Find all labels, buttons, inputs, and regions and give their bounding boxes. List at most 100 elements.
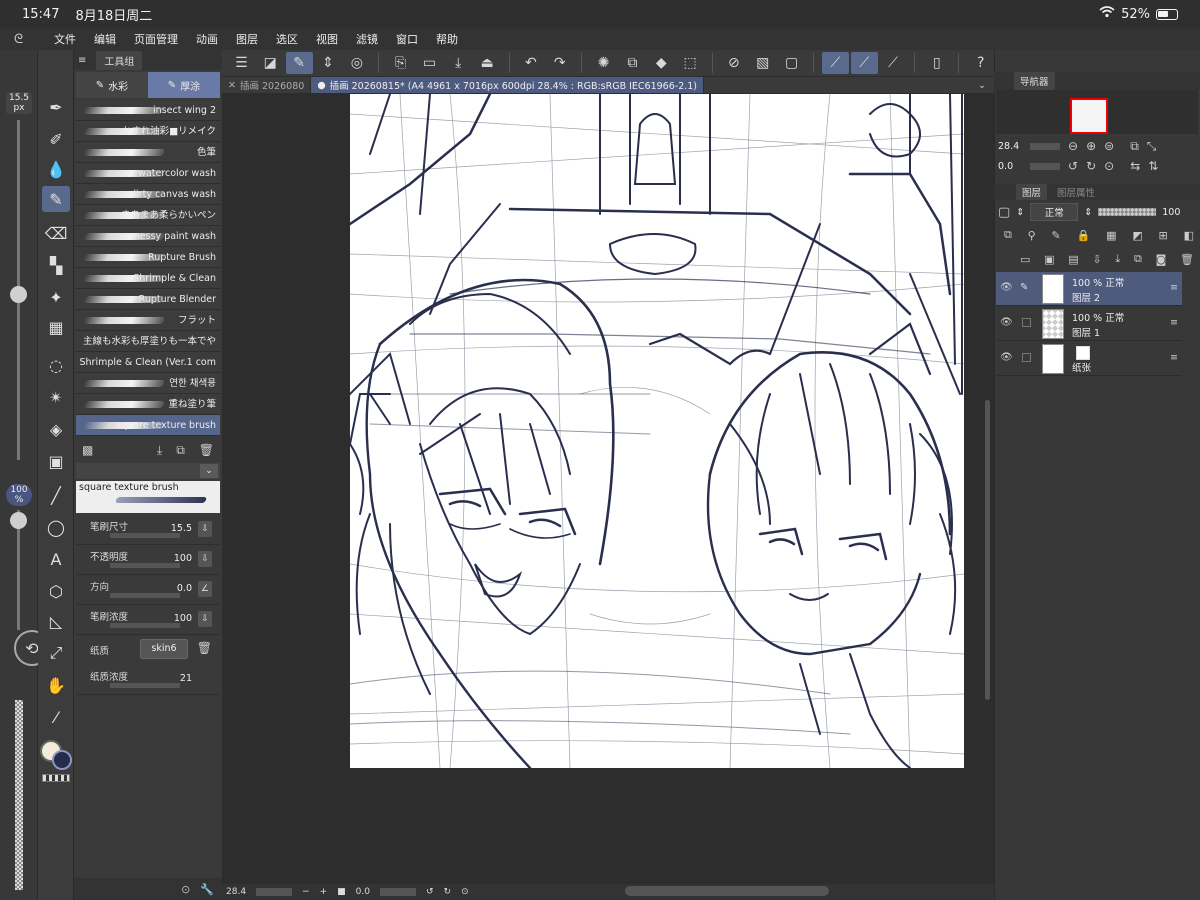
- text-tool-icon[interactable]: A: [42, 546, 70, 572]
- navigator-title[interactable]: 导航器: [1014, 72, 1055, 90]
- pencil-tool-icon[interactable]: ✐: [42, 126, 70, 152]
- palette-color-icon[interactable]: ◧: [1184, 229, 1194, 242]
- fill-spray-tool-icon[interactable]: ▚: [42, 252, 70, 278]
- balloon-tool-icon[interactable]: ◯: [42, 514, 70, 540]
- transform-icon[interactable]: ⬚: [677, 52, 704, 74]
- layer-checkbox[interactable]: [1022, 353, 1031, 362]
- prop-slider[interactable]: [110, 623, 180, 628]
- zoom-out-icon[interactable]: ⊖: [1068, 139, 1078, 153]
- merge-down-icon[interactable]: ⤓: [1115, 252, 1120, 266]
- decoration-tool-icon[interactable]: ✦: [42, 284, 70, 310]
- sub-tool-settings-icon[interactable]: ▩: [82, 443, 93, 457]
- brush-item[interactable]: dirty canvas wash: [76, 184, 220, 205]
- texture-selector[interactable]: skin6: [140, 639, 188, 659]
- layer-checkbox[interactable]: [1022, 318, 1031, 327]
- brush-size-knob[interactable]: [10, 286, 27, 303]
- ruler-enable-icon[interactable]: ⊞: [1159, 229, 1168, 242]
- new-file-icon[interactable]: ⎘: [387, 52, 414, 74]
- layer-row-selected[interactable]: 👁 ✎ 100 % 正常 图层 2 ≡: [996, 272, 1182, 306]
- vertical-scrollbar[interactable]: [985, 400, 990, 700]
- rotate-left-icon[interactable]: ↺: [1068, 159, 1078, 173]
- brush-item[interactable]: Shrimple & Clean (Ver.1 com: [76, 352, 220, 373]
- brush-item[interactable]: 연한 채색용: [76, 373, 220, 394]
- brush-item[interactable]: 重ね塗り筆: [76, 394, 220, 415]
- menu-layer[interactable]: 图层: [236, 31, 258, 47]
- new-vector-layer-icon[interactable]: ▣: [1044, 253, 1054, 266]
- export-icon[interactable]: ⏏: [474, 52, 501, 74]
- fit-window-icon[interactable]: ⧉: [1130, 139, 1139, 154]
- water-drop-tool-icon[interactable]: 💧: [42, 156, 70, 182]
- brush-item[interactable]: Shrimple & Clean: [76, 268, 220, 289]
- flip-vertical-icon[interactable]: ⇅: [1148, 159, 1158, 173]
- undo-icon[interactable]: ↶: [518, 52, 545, 74]
- duplicate-icon[interactable]: ⧉: [1134, 252, 1142, 266]
- import-icon[interactable]: ⤓: [157, 443, 162, 458]
- mesh-tool-icon[interactable]: ▦: [42, 314, 70, 340]
- snap-line-icon[interactable]: ⟋: [880, 52, 907, 74]
- tab-layer-properties[interactable]: 图层属性: [1051, 184, 1101, 200]
- sub-color-swatch[interactable]: [52, 750, 72, 770]
- layer-mask-icon[interactable]: ◙: [1156, 253, 1167, 266]
- prop-slider[interactable]: [110, 563, 180, 568]
- brush-item[interactable]: まあまあ柔らかいペン: [76, 205, 220, 226]
- mask-enable-icon[interactable]: ◩: [1132, 229, 1142, 242]
- move-tool-icon[interactable]: ⤢: [42, 640, 70, 666]
- navigator-rotate-slider[interactable]: [1030, 162, 1060, 170]
- updown-arrow-icon[interactable]: ⇕: [1084, 207, 1092, 218]
- rotate-right-icon[interactable]: ↻: [1086, 159, 1096, 173]
- prop-slider[interactable]: [110, 533, 180, 538]
- drawing-canvas[interactable]: [350, 94, 964, 768]
- tool-group-title[interactable]: 工具组: [96, 50, 143, 70]
- document-tab-active[interactable]: ● 插画 20260815* (A4 4961 x 7016px 600dpi 2…: [311, 77, 705, 93]
- zoom-slider[interactable]: [256, 888, 293, 896]
- edit-layer-icon[interactable]: ✎: [285, 52, 313, 74]
- drag-handle-icon[interactable]: ≡: [1170, 317, 1178, 328]
- zoom-in-icon[interactable]: +: [320, 887, 328, 897]
- prop-brush-density[interactable]: 笔刷浓度 100 ⇩: [76, 605, 220, 635]
- loading-icon[interactable]: ✺: [590, 52, 617, 74]
- menu-filter[interactable]: 滤镜: [356, 31, 378, 47]
- companion-mode-icon[interactable]: ▯: [923, 52, 950, 74]
- pen-tool-icon[interactable]: ✒: [42, 94, 70, 120]
- brush-item[interactable]: 色筆: [76, 142, 220, 163]
- invert-selection-icon[interactable]: ▧: [749, 52, 776, 74]
- brush-item[interactable]: insect wing 2: [76, 100, 220, 121]
- prop-opacity[interactable]: 不透明度 100 ⇩: [76, 545, 220, 575]
- opacity-knob[interactable]: [10, 512, 27, 529]
- chevron-down-icon[interactable]: ⌄: [978, 80, 986, 91]
- close-icon[interactable]: ✕: [228, 80, 236, 91]
- brush-item[interactable]: watercolor wash: [76, 163, 220, 184]
- menu-page[interactable]: 页面管理: [134, 31, 178, 47]
- rotate-right-icon[interactable]: ↻: [444, 887, 452, 897]
- pressure-icon[interactable]: ⇩: [198, 521, 212, 537]
- brush-item[interactable]: かすれ油彩■リメイク: [76, 121, 220, 142]
- hamburger-icon[interactable]: ☰: [228, 52, 255, 74]
- horizontal-scrollbar[interactable]: [625, 886, 829, 896]
- 3d-object-icon[interactable]: ⬡: [42, 578, 70, 604]
- drag-handle-icon[interactable]: ≡: [1170, 282, 1178, 293]
- prop-direction[interactable]: 方向 0.0 ∠: [76, 575, 220, 605]
- paint-bucket-icon[interactable]: ◈: [42, 416, 70, 442]
- reset-rotation-icon[interactable]: ⊙: [1104, 159, 1114, 173]
- menu-edit[interactable]: 编辑: [94, 31, 116, 47]
- menu-animation[interactable]: 动画: [196, 31, 218, 47]
- tab-watercolor[interactable]: ✎ 水彩: [76, 72, 148, 98]
- navigator-thumbnail[interactable]: [1070, 98, 1108, 134]
- panel-menu-icon[interactable]: ≡: [78, 55, 86, 66]
- duplicate-icon[interactable]: ⧉: [176, 443, 185, 458]
- selection-border-icon[interactable]: ▢: [778, 52, 805, 74]
- wrench-icon[interactable]: 🔧: [200, 883, 214, 896]
- line-tool-icon[interactable]: ╱: [42, 482, 70, 508]
- trash-icon[interactable]: 🗑: [199, 443, 214, 457]
- fit-icon[interactable]: ■: [337, 887, 346, 897]
- chevron-down-icon[interactable]: ⌄: [200, 464, 218, 478]
- layer-color-icon[interactable]: ▢: [998, 205, 1010, 220]
- tab-thick-paint[interactable]: ✎ 厚涂: [148, 72, 220, 98]
- brush-item[interactable]: messy paint wash: [76, 226, 220, 247]
- transparent-color-toggle[interactable]: [42, 774, 70, 782]
- brush-item[interactable]: Rupture Brush: [76, 247, 220, 268]
- brush-item[interactable]: 主線も水彩も厚塗りも一本でや: [76, 331, 220, 352]
- navigator-zoom-slider[interactable]: [1030, 142, 1060, 150]
- updown-arrow-icon[interactable]: ⇕: [315, 52, 342, 74]
- magic-wand-icon[interactable]: ✴: [42, 384, 70, 410]
